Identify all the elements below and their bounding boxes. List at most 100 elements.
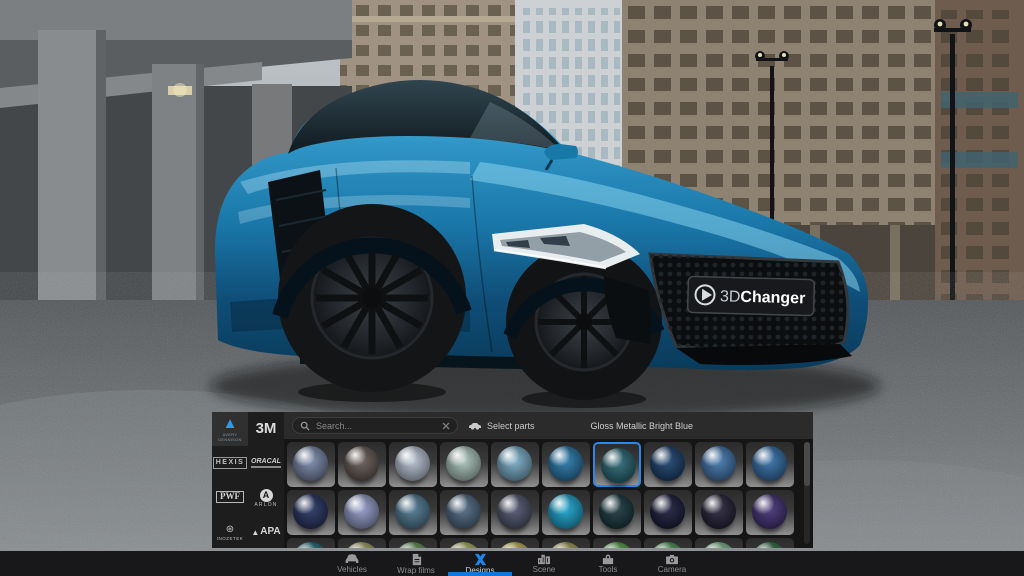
selected-material-title: Gloss Metallic Bright Blue	[590, 421, 693, 431]
swatch[interactable]	[491, 442, 539, 487]
swatch[interactable]	[695, 490, 743, 535]
material-sphere	[344, 542, 379, 548]
material-sphere	[752, 446, 787, 481]
material-sphere	[752, 542, 787, 548]
brand-item-hexis[interactable]: HEXIS	[212, 446, 248, 480]
watermark-badge: 3DChanger	[688, 276, 815, 315]
brand-label: PWF	[216, 491, 244, 503]
swatch[interactable]	[695, 442, 743, 487]
swatch-grid	[287, 442, 803, 548]
wrap-films-icon	[410, 553, 423, 566]
swatch[interactable]	[440, 538, 488, 548]
apa-logo-icon	[251, 523, 259, 539]
tab-vehicles[interactable]: Vehicles	[320, 551, 384, 576]
swatch-area	[284, 439, 813, 548]
brand-item-avery[interactable]: AVERY DENNISON	[212, 412, 248, 446]
select-parts-button[interactable]: Select parts	[468, 421, 535, 431]
material-sphere	[446, 494, 481, 529]
scene-icon	[537, 553, 551, 565]
material-sphere	[293, 494, 328, 529]
tab-wrap-films[interactable]: Wrap films	[384, 551, 448, 576]
arlon-logo-icon	[260, 486, 273, 502]
tab-label: Wrap films	[397, 567, 435, 575]
tab-tools[interactable]: Tools	[576, 551, 640, 576]
swatch[interactable]	[542, 442, 590, 487]
swatch[interactable]	[440, 442, 488, 487]
swatch-scrollbar[interactable]	[804, 442, 810, 544]
swatch[interactable]	[746, 538, 794, 548]
brand-item-3m[interactable]: 3M	[248, 412, 284, 446]
swatch[interactable]	[491, 538, 539, 548]
material-sphere	[497, 542, 532, 548]
swatch[interactable]	[287, 490, 335, 535]
swatch[interactable]	[338, 538, 386, 548]
material-sphere	[548, 542, 583, 548]
swatch[interactable]	[287, 442, 335, 487]
swatch[interactable]	[542, 538, 590, 548]
material-sphere	[497, 446, 532, 481]
panel-main: Search... Select parts Gloss Metallic Br…	[284, 412, 813, 548]
inozetek-logo-icon	[226, 520, 234, 536]
avery-logo-icon	[223, 416, 238, 432]
brand-label: ARLON	[254, 503, 277, 509]
swatch[interactable]	[389, 442, 437, 487]
material-sphere	[344, 446, 379, 481]
material-sphere	[701, 542, 736, 548]
swatch[interactable]	[440, 490, 488, 535]
swatch[interactable]	[644, 490, 692, 535]
material-sphere	[293, 542, 328, 548]
swatch[interactable]	[644, 442, 692, 487]
swatch[interactable]	[695, 538, 743, 548]
swatch[interactable]	[542, 490, 590, 535]
search-input[interactable]: Search...	[292, 417, 458, 434]
swatch[interactable]	[389, 538, 437, 548]
material-sphere	[344, 494, 379, 529]
swatch[interactable]	[338, 442, 386, 487]
brand-item-inozetek[interactable]: INOZETEK	[212, 514, 248, 548]
material-sphere	[497, 494, 532, 529]
swatch[interactable]	[338, 490, 386, 535]
swatch[interactable]	[287, 538, 335, 548]
scrollbar-thumb[interactable]	[804, 442, 810, 486]
brand-label: 3M	[256, 421, 277, 438]
material-sphere	[548, 494, 583, 529]
tab-camera[interactable]: Camera	[640, 551, 704, 576]
brand-label: AVERY DENNISON	[212, 433, 248, 442]
brand-item-arlon[interactable]: ARLON	[248, 480, 284, 514]
swatch[interactable]	[746, 490, 794, 535]
swatch-selected[interactable]	[593, 442, 641, 487]
brand-label: APA	[260, 526, 280, 537]
tab-designs[interactable]: Designs	[448, 551, 512, 576]
tab-label: Vehicles	[337, 566, 367, 574]
material-sphere	[599, 542, 634, 548]
brand-item-pwf[interactable]: PWF	[212, 480, 248, 514]
vehicles-icon	[344, 553, 360, 565]
app-window: 3DChanger AVERY DENNISON 3M HEXISORACAL PWF…	[0, 0, 1024, 576]
swatch[interactable]	[593, 490, 641, 535]
select-parts-label: Select parts	[487, 421, 535, 431]
watermark-text: 3DChanger	[720, 288, 806, 307]
tab-label: Scene	[533, 566, 556, 574]
tab-label: Tools	[599, 566, 618, 574]
swatch-row	[287, 442, 803, 487]
swatch[interactable]	[491, 490, 539, 535]
materials-panel: AVERY DENNISON 3M HEXISORACAL PWF ARLON INOZE…	[212, 412, 813, 548]
tab-scene[interactable]: Scene	[512, 551, 576, 576]
brand-item-oracal[interactable]: ORACAL	[248, 446, 284, 480]
tools-icon	[601, 553, 615, 565]
camera-icon	[665, 554, 679, 565]
rear-wheel	[278, 204, 466, 392]
material-sphere	[548, 446, 583, 481]
brand-item-apa[interactable]: APA	[248, 514, 284, 548]
material-sphere	[752, 494, 787, 529]
swatch[interactable]	[593, 538, 641, 548]
clear-search-icon[interactable]	[442, 422, 450, 430]
material-sphere	[395, 542, 430, 548]
swatch[interactable]	[746, 442, 794, 487]
swatch[interactable]	[644, 538, 692, 548]
brand-grid: AVERY DENNISON 3M HEXISORACAL PWF ARLON INOZE…	[212, 412, 284, 548]
swatch[interactable]	[389, 490, 437, 535]
panel-header: Search... Select parts Gloss Metallic Br…	[284, 412, 813, 439]
material-sphere	[395, 494, 430, 529]
material-sphere	[650, 446, 685, 481]
